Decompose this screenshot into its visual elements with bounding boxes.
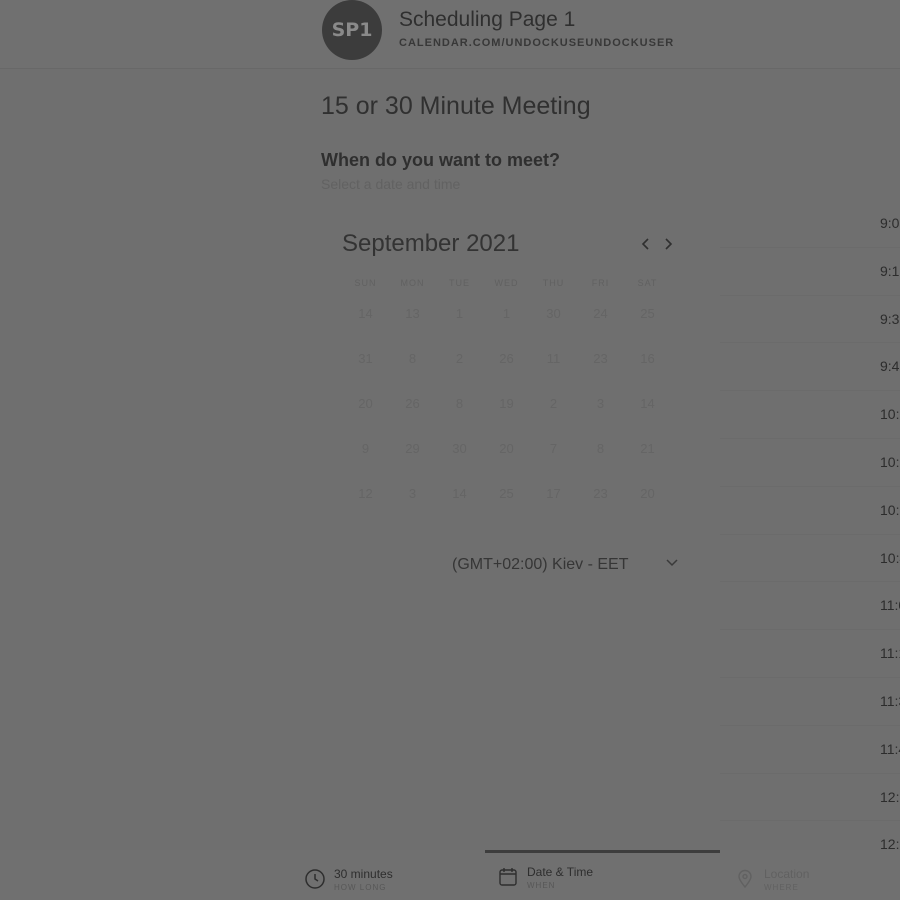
tab-date-time-title: Date & Time xyxy=(527,865,594,879)
step-tabs: 30 minutes HOW LONG Date & Time WHEN Loc… xyxy=(0,850,900,900)
meeting-title: 15 or 30 Minute Meeting xyxy=(321,92,591,120)
calendar-day: 26 xyxy=(405,396,420,411)
calendar-day: 23 xyxy=(593,351,608,366)
time-slot[interactable]: 10:45 xyxy=(720,535,900,583)
calendar-grid: 14 13 1 1 30 24 25 31 8 2 26 11 23 16 20… xyxy=(342,291,671,516)
chevron-left-icon xyxy=(641,238,649,250)
calendar-day: 3 xyxy=(408,486,417,501)
calendar-day: 16 xyxy=(640,351,655,366)
calendar-day: 8 xyxy=(455,396,464,411)
time-slot-label: 11:30 xyxy=(880,692,900,709)
weekday-label: SAT xyxy=(637,278,658,288)
calendar-day: 20 xyxy=(499,441,514,456)
time-slot[interactable]: 11:30 xyxy=(720,678,900,726)
calendar-day: 25 xyxy=(640,306,655,321)
time-slot[interactable]: 10:00 xyxy=(720,391,900,439)
chevron-down-icon xyxy=(666,559,678,567)
time-slot[interactable]: 9:15 xyxy=(720,248,900,296)
calendar-day: 20 xyxy=(358,396,373,411)
time-slot-label: 10:15 xyxy=(880,453,900,470)
meeting-subtitle: Select a date and time xyxy=(321,176,461,192)
timezone-select[interactable]: (GMT+02:00) Kiev - EET xyxy=(437,548,687,582)
calendar-day: 7 xyxy=(549,441,558,456)
weekday-label: SUN xyxy=(354,278,377,288)
calendar-day: 30 xyxy=(546,306,561,321)
calendar-day: 3 xyxy=(596,396,605,411)
calendar-day: 30 xyxy=(452,441,467,456)
active-tab-indicator xyxy=(485,850,720,853)
calendar-day: 23 xyxy=(593,486,608,501)
time-slot-label: 11:45 xyxy=(880,740,900,757)
tab-location-title: Location xyxy=(764,867,810,881)
weekday-header: SUN MON TUE WED THU FRI SAT xyxy=(342,278,671,288)
weekday-label: WED xyxy=(494,278,519,288)
calendar-day: 11 xyxy=(546,351,561,366)
calendar-day: 12 xyxy=(358,486,373,501)
timezone-label: (GMT+02:00) Kiev - EET xyxy=(452,556,629,573)
scheduling-page-url[interactable]: CALENDAR.COM/UNDOCKUSEUNDOCKUSER xyxy=(399,37,674,49)
calendar-day: 21 xyxy=(640,441,655,456)
meeting-question: When do you want to meet? xyxy=(321,150,560,170)
time-slot-label: 9:45 xyxy=(880,358,900,375)
next-month-button[interactable] xyxy=(658,232,678,256)
calendar-icon xyxy=(499,868,517,886)
weekday-label: THU xyxy=(542,278,565,288)
time-slot-list: 9:00 9:15 9:30 9:45 10:00 10:15 10:30 10… xyxy=(720,200,900,870)
calendar-day: 31 xyxy=(358,351,373,366)
time-slot[interactable]: 10:15 xyxy=(720,439,900,487)
time-slot-label: 11:15 xyxy=(880,645,900,662)
calendar-day: 17 xyxy=(546,486,561,501)
tab-location-subtitle: WHERE xyxy=(764,883,799,892)
calendar-day: 20 xyxy=(640,486,655,501)
calendar-day: 29 xyxy=(405,441,420,456)
location-icon xyxy=(738,869,752,889)
header: SP1 Scheduling Page 1 CALENDAR.COM/UNDOC… xyxy=(0,0,900,69)
month-label: September 2021 xyxy=(342,230,520,257)
calendar-day: 9 xyxy=(361,441,370,456)
time-slot-label: 9:15 xyxy=(880,262,900,279)
calendar-day: 25 xyxy=(499,486,514,501)
time-slot-label: 11:00 xyxy=(880,597,900,614)
time-slot-label: 10:30 xyxy=(880,501,900,518)
clock-icon xyxy=(305,869,325,889)
chevron-right-icon xyxy=(665,238,673,250)
time-slot-label: 12:00 xyxy=(880,788,900,805)
calendar-day: 24 xyxy=(593,306,608,321)
weekday-label: FRI xyxy=(591,278,610,288)
time-slot[interactable]: 9:45 xyxy=(720,343,900,392)
calendar-day: 14 xyxy=(640,396,655,411)
calendar-day: 2 xyxy=(549,396,558,411)
time-slot-label: 9:30 xyxy=(880,310,900,327)
calendar-day: 8 xyxy=(596,441,605,456)
time-slot-label: 9:00 xyxy=(880,215,900,231)
calendar-day: 2 xyxy=(455,351,464,366)
time-slot[interactable]: 12:00 xyxy=(720,774,900,822)
calendar-day: 8 xyxy=(408,351,417,366)
calendar-day: 1 xyxy=(455,306,464,321)
previous-month-button[interactable] xyxy=(636,232,656,256)
calendar-day: 1 xyxy=(502,306,511,321)
scheduling-page-name: Scheduling Page 1 xyxy=(399,8,576,31)
tab-date-time-subtitle: WHEN xyxy=(527,881,556,890)
avatar: SP1 xyxy=(322,0,382,60)
time-slot[interactable]: 10:30 xyxy=(720,487,900,535)
time-slot[interactable]: 11:45 xyxy=(720,726,900,774)
calendar-day: 13 xyxy=(405,306,420,321)
time-slot[interactable]: 9:00 xyxy=(720,200,900,248)
tab-duration-subtitle: HOW LONG xyxy=(334,883,387,892)
time-slot-label: 10:45 xyxy=(880,549,900,566)
time-slot-label: 10:00 xyxy=(880,406,900,423)
calendar-day: 14 xyxy=(358,306,373,321)
calendar-day: 26 xyxy=(499,351,514,366)
calendar-day: 14 xyxy=(452,486,467,501)
weekday-label: TUE xyxy=(449,278,470,288)
time-slot[interactable]: 9:30 xyxy=(720,296,900,344)
time-slot[interactable]: 11:00 xyxy=(720,582,900,631)
time-slot[interactable]: 11:15 xyxy=(720,630,900,678)
tab-duration-title: 30 minutes xyxy=(334,867,393,881)
calendar-day: 19 xyxy=(499,396,514,411)
weekday-label: MON xyxy=(400,278,425,288)
